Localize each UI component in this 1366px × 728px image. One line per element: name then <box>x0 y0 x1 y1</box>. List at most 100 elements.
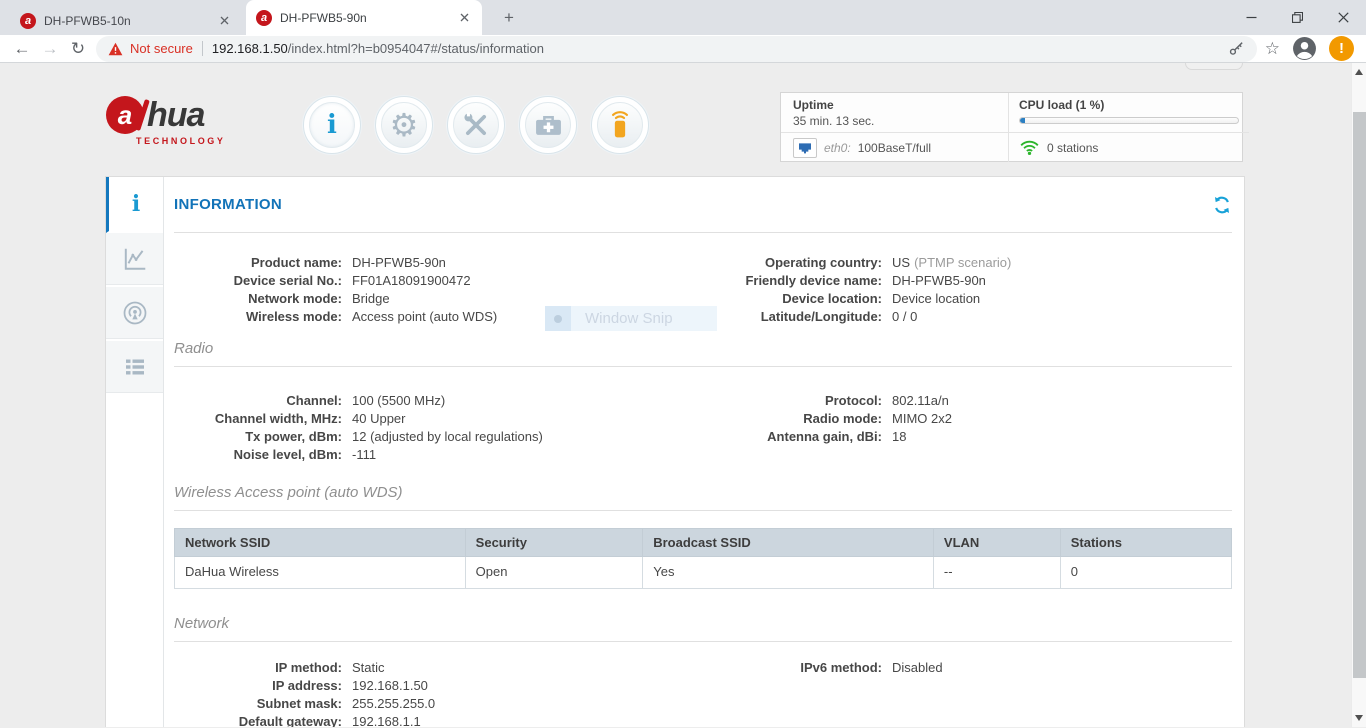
sidebar-item-wireless[interactable] <box>106 287 163 341</box>
collapsed-panel-handle[interactable] <box>1185 63 1243 70</box>
tools-icon <box>462 111 490 139</box>
field-value: Bridge <box>352 290 390 308</box>
field-value-muted: (PTMP scenario) <box>914 254 1011 272</box>
dahua-favicon-icon: a <box>20 13 36 29</box>
nav-tools-button[interactable] <box>447 96 505 154</box>
content-card: i <box>105 176 1245 727</box>
field-value: Access point (auto WDS) <box>352 308 497 326</box>
bookmark-star-icon[interactable]: ☆ <box>1265 39 1280 59</box>
scroll-down-icon[interactable] <box>1355 715 1363 721</box>
main-nav: i ⚙ <box>303 96 649 154</box>
uptime-label: Uptime <box>793 98 998 112</box>
page-scrollbar[interactable] <box>1351 63 1366 727</box>
field-value: 18 <box>892 428 906 446</box>
radio-fields: Channel:100 (5500 MHz) Channel width, MH… <box>174 367 1232 464</box>
field-value: 100 (5500 MHz) <box>352 392 445 410</box>
sidebar-item-information[interactable]: i <box>106 177 163 233</box>
nav-settings-button[interactable]: ⚙ <box>375 96 433 154</box>
field-value: 192.168.1.1 <box>352 713 421 727</box>
wap-section-heading: Wireless Access point (auto WDS) <box>174 484 1232 511</box>
window-snip-overlay: Window Snip <box>545 306 717 331</box>
url-divider <box>202 41 203 56</box>
scroll-up-icon[interactable] <box>1355 69 1363 75</box>
dahua-favicon-icon: a <box>256 10 272 26</box>
network-fields: IP method:Static IP address:192.168.1.50… <box>174 642 1232 727</box>
field-label: Subnet mask: <box>174 695 342 713</box>
dahua-logo-text: hua <box>147 98 204 132</box>
field-value: 40 Upper <box>352 410 405 428</box>
snip-dot-icon <box>545 306 571 331</box>
nav-maintenance-button[interactable] <box>519 96 577 154</box>
field-value: FF01A18091900472 <box>352 272 471 290</box>
ethernet-icon <box>793 138 817 158</box>
browser-tab-1[interactable]: a DH-PFWB5-10n <box>10 6 242 35</box>
field-label: Device serial No.: <box>174 272 342 290</box>
browser-tab-2[interactable]: a DH-PFWB5-90n <box>246 0 482 35</box>
table-cell: Yes <box>643 557 934 589</box>
eth-interface-name: eth0: <box>824 141 851 155</box>
new-tab-button[interactable]: + <box>496 7 522 29</box>
field-value: 0 / 0 <box>892 308 917 326</box>
close-window-button[interactable] <box>1320 0 1366 35</box>
refresh-button[interactable] <box>1212 195 1232 215</box>
address-bar[interactable]: Not secure 192.168.1.50 /index.html?h=b0… <box>96 36 1257 62</box>
chrome-update-icon[interactable]: ! <box>1329 36 1354 61</box>
tab-close-icon[interactable] <box>216 13 232 29</box>
cpu-load-cell: CPU load (1 %) <box>1008 93 1249 133</box>
field-label: Product name: <box>174 254 342 272</box>
cpu-load-bar <box>1019 117 1239 124</box>
password-key-icon[interactable] <box>1228 40 1245 57</box>
cpu-load-fill <box>1020 118 1025 123</box>
field-value: Disabled <box>892 659 943 677</box>
field-value: MIMO 2x2 <box>892 410 952 428</box>
minimize-button[interactable] <box>1228 0 1274 35</box>
sidebar-item-statistics[interactable] <box>106 233 163 287</box>
forward-button[interactable]: → <box>36 37 64 61</box>
field-value: DH-PFWB5-90n <box>352 254 446 272</box>
field-label: Network mode: <box>174 290 342 308</box>
field-value: DH-PFWB5-90n <box>892 272 986 290</box>
stations-status-cell: 0 stations <box>1008 133 1249 162</box>
table-header-cell: Broadcast SSID <box>643 529 934 557</box>
field-label: Wireless mode: <box>174 308 342 326</box>
table-header-cell: VLAN <box>933 529 1060 557</box>
field-value: 255.255.255.0 <box>352 695 435 713</box>
tab-close-icon[interactable] <box>456 10 472 26</box>
field-label: Latitude/Longitude: <box>704 308 882 326</box>
uptime-cell: Uptime 35 min. 13 sec. <box>781 93 1008 133</box>
field-value: 12 (adjusted by local regulations) <box>352 428 543 446</box>
field-label: IP method: <box>174 659 342 677</box>
warning-triangle-icon <box>108 42 123 56</box>
list-icon <box>123 355 147 379</box>
url-host: 192.168.1.50 <box>212 41 288 56</box>
field-label: Default gateway: <box>174 713 342 727</box>
table-cell: Open <box>465 557 643 589</box>
ethernet-status-cell: eth0: 100BaseT/full <box>781 133 1008 162</box>
wireless-device-icon <box>607 110 633 140</box>
field-label: IP address: <box>174 677 342 695</box>
info-icon: i <box>327 112 337 138</box>
url-path: /index.html?h=b0954047#/status/informati… <box>288 41 544 56</box>
table-cell: 0 <box>1060 557 1231 589</box>
field-label: Channel: <box>174 392 342 410</box>
reload-button[interactable]: ↻ <box>64 37 92 61</box>
field-label: Radio mode: <box>704 410 882 428</box>
table-header-cell: Network SSID <box>175 529 466 557</box>
nav-wireless-device-button[interactable] <box>591 96 649 154</box>
toolbar-right-cluster: ☆ ! <box>1265 36 1354 61</box>
nav-information-button[interactable]: i <box>303 96 361 154</box>
back-button[interactable]: ← <box>8 37 36 61</box>
sidebar-item-services[interactable] <box>106 341 163 395</box>
not-secure-label[interactable]: Not secure <box>130 41 193 56</box>
restore-button[interactable] <box>1274 0 1320 35</box>
chart-icon <box>122 246 148 272</box>
field-label: Tx power, dBm: <box>174 428 342 446</box>
snip-label: Window Snip <box>585 310 673 327</box>
browser-toolbar: ← → ↻ Not secure 192.168.1.50 /index.htm… <box>0 35 1366 63</box>
device-webui-page: a hua TECHNOLOGY i ⚙ <box>0 63 1366 727</box>
table-cell: DaHua Wireless <box>175 557 466 589</box>
scrollbar-thumb[interactable] <box>1353 112 1366 678</box>
profile-avatar-icon[interactable] <box>1292 36 1317 61</box>
field-value: -111 <box>352 446 376 464</box>
toolbox-icon <box>534 112 563 138</box>
